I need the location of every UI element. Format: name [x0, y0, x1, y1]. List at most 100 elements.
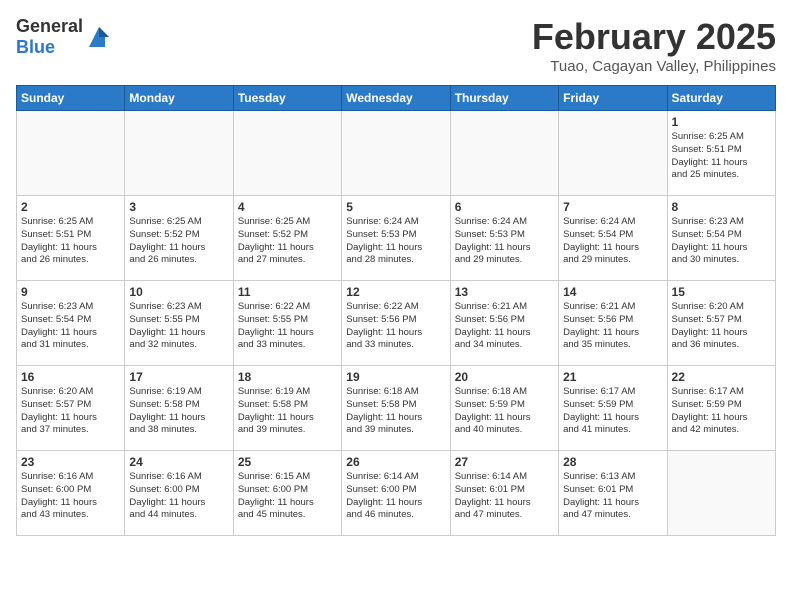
- day-number: 14: [563, 285, 662, 299]
- calendar-cell: 12Sunrise: 6:22 AM Sunset: 5:56 PM Dayli…: [342, 281, 450, 366]
- day-number: 11: [238, 285, 337, 299]
- day-info: Sunrise: 6:23 AM Sunset: 5:55 PM Dayligh…: [129, 301, 228, 352]
- calendar-cell: [667, 451, 775, 536]
- calendar-cell: 22Sunrise: 6:17 AM Sunset: 5:59 PM Dayli…: [667, 366, 775, 451]
- day-info: Sunrise: 6:24 AM Sunset: 5:53 PM Dayligh…: [455, 216, 554, 267]
- calendar-cell: 15 Sunrise: 6:20 AM Sunset: 5:57 PM Dayli…: [667, 281, 775, 366]
- location-title: Tuao, Cagayan Valley, Philippines: [532, 58, 776, 75]
- calendar-cell: 27Sunrise: 6:14 AM Sunset: 6:01 PM Dayli…: [450, 451, 558, 536]
- calendar-cell: 26 Sunrise: 6:14 AM Sunset: 6:00 PM Dayli…: [342, 451, 450, 536]
- calendar-table: SundayMondayTuesdayWednesdayThursdayFrid…: [16, 85, 776, 536]
- day-number: 20: [455, 370, 554, 384]
- calendar-cell: 13 Sunrise: 6:21 AM Sunset: 5:56 PM Dayli…: [450, 281, 558, 366]
- calendar-cell: [342, 111, 450, 196]
- calendar-cell: 19 Sunrise: 6:18 AM Sunset: 5:58 PM Dayli…: [342, 366, 450, 451]
- calendar-cell: 24Sunrise: 6:16 AM Sunset: 6:00 PM Dayli…: [125, 451, 233, 536]
- calendar-cell: 16 Sunrise: 6:20 AM Sunset: 5:57 PM Dayli…: [17, 366, 125, 451]
- day-number: 21: [563, 370, 662, 384]
- day-info: Sunrise: 6:21 AM Sunset: 5:56 PM Dayligh…: [563, 301, 662, 352]
- calendar-cell: 20 Sunrise: 6:18 AM Sunset: 5:59 PM Dayli…: [450, 366, 558, 451]
- calendar-cell: 7Sunrise: 6:24 AM Sunset: 5:54 PM Daylig…: [559, 196, 667, 281]
- calendar-cell: 1 Sunrise: 6:25 AM Sunset: 5:51 PM Daylig…: [667, 111, 775, 196]
- day-info: Sunrise: 6:22 AM Sunset: 5:55 PM Dayligh…: [238, 301, 337, 352]
- day-number: 13: [455, 285, 554, 299]
- calendar-cell: [450, 111, 558, 196]
- title-block: February 2025 Tuao, Cagayan Valley, Phil…: [532, 16, 776, 75]
- calendar-day-header: Thursday: [450, 86, 558, 111]
- calendar-cell: [17, 111, 125, 196]
- day-info: Sunrise: 6:14 AM Sunset: 6:01 PM Dayligh…: [455, 471, 554, 522]
- day-number: 12: [346, 285, 445, 299]
- day-number: 16: [21, 370, 120, 384]
- day-number: 26: [346, 455, 445, 469]
- logo-general: General: [16, 16, 83, 36]
- calendar-week-row: 23 Sunrise: 6:16 AM Sunset: 6:00 PM Dayli…: [17, 451, 776, 536]
- day-number: 25: [238, 455, 337, 469]
- day-info: Sunrise: 6:16 AM Sunset: 6:00 PM Dayligh…: [21, 471, 120, 522]
- calendar-week-row: 1 Sunrise: 6:25 AM Sunset: 5:51 PM Daylig…: [17, 111, 776, 196]
- day-number: 19: [346, 370, 445, 384]
- day-info: Sunrise: 6:17 AM Sunset: 5:59 PM Dayligh…: [563, 386, 662, 437]
- calendar-cell: [233, 111, 341, 196]
- day-info: Sunrise: 6:25 AM Sunset: 5:52 PM Dayligh…: [129, 216, 228, 267]
- calendar-cell: 23 Sunrise: 6:16 AM Sunset: 6:00 PM Dayli…: [17, 451, 125, 536]
- calendar-cell: 25 Sunrise: 6:15 AM Sunset: 6:00 PM Dayli…: [233, 451, 341, 536]
- day-number: 6: [455, 200, 554, 214]
- calendar-cell: 17 Sunrise: 6:19 AM Sunset: 5:58 PM Dayli…: [125, 366, 233, 451]
- day-info: Sunrise: 6:13 AM Sunset: 6:01 PM Dayligh…: [563, 471, 662, 522]
- calendar-cell: 4 Sunrise: 6:25 AM Sunset: 5:52 PM Daylig…: [233, 196, 341, 281]
- logo-blue: Blue: [16, 37, 55, 57]
- day-info: Sunrise: 6:25 AM Sunset: 5:52 PM Dayligh…: [238, 216, 337, 267]
- calendar-cell: 3 Sunrise: 6:25 AM Sunset: 5:52 PM Daylig…: [125, 196, 233, 281]
- day-info: Sunrise: 6:25 AM Sunset: 5:51 PM Dayligh…: [21, 216, 120, 267]
- day-info: Sunrise: 6:19 AM Sunset: 5:58 PM Dayligh…: [238, 386, 337, 437]
- day-info: Sunrise: 6:14 AM Sunset: 6:00 PM Dayligh…: [346, 471, 445, 522]
- day-info: Sunrise: 6:20 AM Sunset: 5:57 PM Dayligh…: [672, 301, 771, 352]
- day-number: 15: [672, 285, 771, 299]
- calendar-cell: 9Sunrise: 6:23 AM Sunset: 5:54 PM Daylig…: [17, 281, 125, 366]
- day-info: Sunrise: 6:24 AM Sunset: 5:53 PM Dayligh…: [346, 216, 445, 267]
- calendar-cell: 14 Sunrise: 6:21 AM Sunset: 5:56 PM Dayli…: [559, 281, 667, 366]
- day-number: 3: [129, 200, 228, 214]
- calendar-day-header: Saturday: [667, 86, 775, 111]
- calendar-day-header: Sunday: [17, 86, 125, 111]
- calendar-cell: 21 Sunrise: 6:17 AM Sunset: 5:59 PM Dayli…: [559, 366, 667, 451]
- day-number: 18: [238, 370, 337, 384]
- calendar-day-header: Wednesday: [342, 86, 450, 111]
- day-info: Sunrise: 6:23 AM Sunset: 5:54 PM Dayligh…: [672, 216, 771, 267]
- day-number: 17: [129, 370, 228, 384]
- day-number: 4: [238, 200, 337, 214]
- calendar-header-row: SundayMondayTuesdayWednesdayThursdayFrid…: [17, 86, 776, 111]
- day-info: Sunrise: 6:20 AM Sunset: 5:57 PM Dayligh…: [21, 386, 120, 437]
- calendar-week-row: 2 Sunrise: 6:25 AM Sunset: 5:51 PM Daylig…: [17, 196, 776, 281]
- day-number: 1: [672, 115, 771, 129]
- day-info: Sunrise: 6:24 AM Sunset: 5:54 PM Dayligh…: [563, 216, 662, 267]
- day-info: Sunrise: 6:18 AM Sunset: 5:58 PM Dayligh…: [346, 386, 445, 437]
- calendar-day-header: Monday: [125, 86, 233, 111]
- day-info: Sunrise: 6:19 AM Sunset: 5:58 PM Dayligh…: [129, 386, 228, 437]
- day-number: 2: [21, 200, 120, 214]
- day-number: 23: [21, 455, 120, 469]
- month-title: February 2025: [532, 16, 776, 58]
- day-number: 28: [563, 455, 662, 469]
- calendar-cell: 28 Sunrise: 6:13 AM Sunset: 6:01 PM Dayli…: [559, 451, 667, 536]
- calendar-day-header: Friday: [559, 86, 667, 111]
- calendar-cell: 5 Sunrise: 6:24 AM Sunset: 5:53 PM Daylig…: [342, 196, 450, 281]
- day-number: 5: [346, 200, 445, 214]
- calendar-week-row: 16 Sunrise: 6:20 AM Sunset: 5:57 PM Dayli…: [17, 366, 776, 451]
- day-info: Sunrise: 6:15 AM Sunset: 6:00 PM Dayligh…: [238, 471, 337, 522]
- day-info: Sunrise: 6:25 AM Sunset: 5:51 PM Dayligh…: [672, 131, 771, 182]
- calendar-cell: 2 Sunrise: 6:25 AM Sunset: 5:51 PM Daylig…: [17, 196, 125, 281]
- calendar-cell: 18 Sunrise: 6:19 AM Sunset: 5:58 PM Dayli…: [233, 366, 341, 451]
- calendar-cell: 6 Sunrise: 6:24 AM Sunset: 5:53 PM Daylig…: [450, 196, 558, 281]
- calendar-week-row: 9Sunrise: 6:23 AM Sunset: 5:54 PM Daylig…: [17, 281, 776, 366]
- day-info: Sunrise: 6:16 AM Sunset: 6:00 PM Dayligh…: [129, 471, 228, 522]
- day-info: Sunrise: 6:17 AM Sunset: 5:59 PM Dayligh…: [672, 386, 771, 437]
- calendar-cell: 10Sunrise: 6:23 AM Sunset: 5:55 PM Dayli…: [125, 281, 233, 366]
- day-info: Sunrise: 6:21 AM Sunset: 5:56 PM Dayligh…: [455, 301, 554, 352]
- day-info: Sunrise: 6:18 AM Sunset: 5:59 PM Dayligh…: [455, 386, 554, 437]
- calendar-cell: [125, 111, 233, 196]
- day-info: Sunrise: 6:23 AM Sunset: 5:54 PM Dayligh…: [21, 301, 120, 352]
- calendar-cell: [559, 111, 667, 196]
- page-header: General Blue February 2025 Tuao, Cagayan…: [16, 16, 776, 75]
